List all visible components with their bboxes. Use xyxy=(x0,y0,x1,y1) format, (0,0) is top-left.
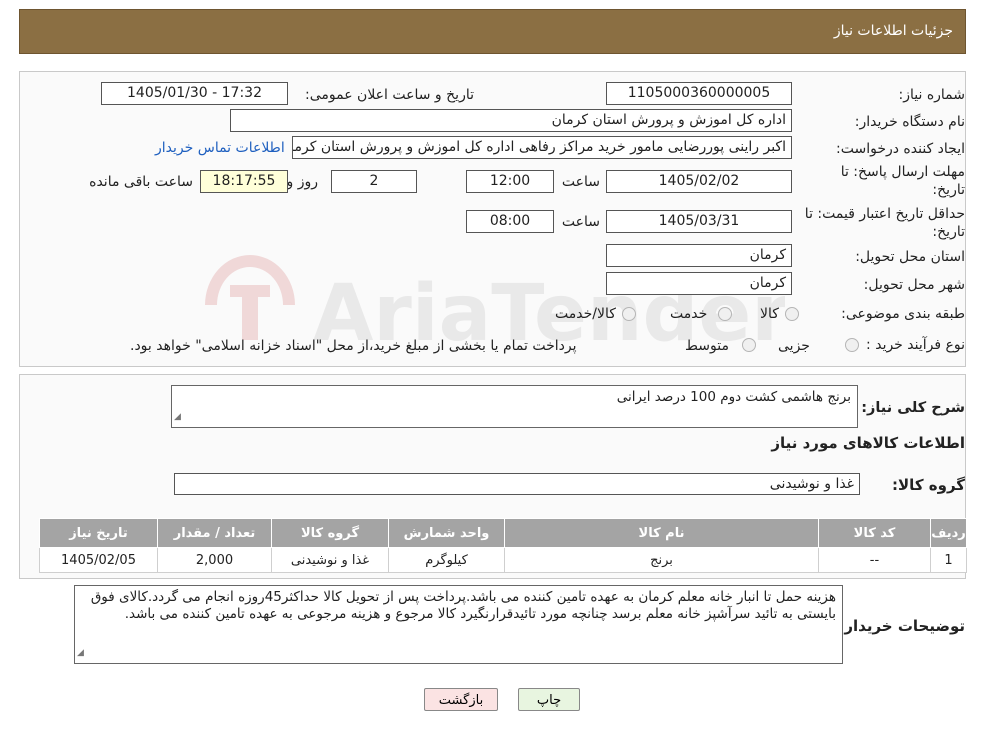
goods-group-field: غذا و نوشیدنی xyxy=(174,473,860,495)
cell-group: غذا و نوشیدنی xyxy=(271,547,389,573)
cell-item-name: برنج xyxy=(504,547,819,573)
col-header-need-date: تاریخ نیاز xyxy=(39,518,158,548)
cell-unit: کیلوگرم xyxy=(388,547,505,573)
col-header-group: گروه کالا xyxy=(271,518,389,548)
goods-table-wrapper: ردیف کد کالا نام کالا واحد شمارش گروه کا… xyxy=(39,518,967,573)
price-validity-label-date: تاریخ: xyxy=(932,224,965,240)
col-header-item-name: نام کالا xyxy=(504,518,819,548)
category-goods-service-radio[interactable] xyxy=(622,307,636,321)
need-number-label: شماره نیاز: xyxy=(898,87,966,103)
buyer-notes-label: توضیحات خریدار: xyxy=(838,617,965,635)
page-header: جزئیات اطلاعات نیاز xyxy=(19,9,966,54)
price-validity-date-field: 1405/03/31 xyxy=(606,210,792,233)
purchase-process-label: نوع فرآیند خرید : xyxy=(866,337,965,353)
category-goods-service-label: کالا/خدمت xyxy=(555,306,616,322)
col-header-unit: واحد شمارش xyxy=(388,518,505,548)
deadline-date-field: 1405/02/02 xyxy=(606,170,792,193)
remaining-days-label: روز و xyxy=(286,174,319,190)
delivery-province-label: استان محل تحویل: xyxy=(855,249,965,265)
announce-datetime-label: تاریخ و ساعت اعلان عمومی: xyxy=(305,87,474,103)
category-goods-radio[interactable] xyxy=(785,307,799,321)
need-number-field: 1105000360000005 xyxy=(606,82,792,105)
cell-need-date: 1405/02/05 xyxy=(39,547,158,573)
price-validity-time-field: 08:00 xyxy=(466,210,554,233)
page-title: جزئیات اطلاعات نیاز xyxy=(833,23,953,39)
category-goods-label: کالا xyxy=(760,306,779,322)
announce-datetime-field: 1405/01/30 - 17:32 xyxy=(101,82,288,105)
cell-row-number: 1 xyxy=(930,547,967,573)
buyer-contact-link[interactable]: اطلاعات تماس خریدار xyxy=(155,140,285,156)
resize-grip-icon: ◢ xyxy=(174,412,181,422)
buyer-org-label: نام دستگاه خریدار: xyxy=(854,114,965,130)
col-header-item-code: کد کالا xyxy=(818,518,931,548)
table-row: 1 -- برنج کیلوگرم غذا و نوشیدنی 2,000 14… xyxy=(39,547,967,573)
category-service-radio[interactable] xyxy=(718,307,732,321)
cell-item-code: -- xyxy=(818,547,931,573)
remaining-time-field: 18:17:55 xyxy=(200,170,288,193)
need-summary-text: برنج هاشمی کشت دوم 100 درصد ایرانی xyxy=(616,389,851,405)
table-header-row: ردیف کد کالا نام کالا واحد شمارش گروه کا… xyxy=(39,518,967,548)
process-minor-label: جزیی xyxy=(778,338,810,354)
process-medium-label: متوسط xyxy=(685,338,729,354)
delivery-city-label: شهر محل تحویل: xyxy=(863,277,965,293)
back-button[interactable]: بازگشت xyxy=(424,688,498,711)
deadline-label: مهلت ارسال پاسخ: تا xyxy=(840,164,965,180)
goods-info-title: اطلاعات کالاهای مورد نیاز xyxy=(771,434,965,452)
need-summary-field: برنج هاشمی کشت دوم 100 درصد ایرانی ◢ xyxy=(171,385,858,428)
process-minor-radio[interactable] xyxy=(845,338,859,352)
cell-quantity: 2,000 xyxy=(157,547,272,573)
need-summary-label: شرح کلی نیاز: xyxy=(861,400,965,416)
deadline-time-label: ساعت xyxy=(561,174,600,190)
goods-table: ردیف کد کالا نام کالا واحد شمارش گروه کا… xyxy=(39,518,967,573)
col-header-quantity: تعداد / مقدار xyxy=(157,518,272,548)
request-creator-field: اکبر راینی پوررضایی مامور خرید مراکز رفا… xyxy=(292,136,792,159)
price-validity-time-label: ساعت xyxy=(561,214,600,230)
deadline-label-date: تاریخ: xyxy=(932,182,965,198)
delivery-city-field: کرمان xyxy=(606,272,792,295)
buyer-notes-text: هزینه حمل تا انبار خانه معلم کرمان به عه… xyxy=(90,589,836,622)
category-service-label: خدمت xyxy=(670,306,708,322)
price-validity-label: حداقل تاریخ اعتبار قیمت: تا xyxy=(804,206,965,222)
print-button[interactable]: چاپ xyxy=(518,688,580,711)
col-header-row-number: ردیف xyxy=(930,518,967,548)
process-medium-radio[interactable] xyxy=(742,338,756,352)
buyer-org-field: اداره کل اموزش و پرورش استان کرمان xyxy=(230,109,792,132)
delivery-province-field: کرمان xyxy=(606,244,792,267)
deadline-time-field: 12:00 xyxy=(466,170,554,193)
request-creator-label: ایجاد کننده درخواست: xyxy=(836,141,965,157)
goods-group-label: گروه کالا: xyxy=(892,476,965,494)
buyer-notes-field: هزینه حمل تا انبار خانه معلم کرمان به عه… xyxy=(74,585,843,664)
remaining-time-label: ساعت باقی مانده xyxy=(89,174,193,190)
remaining-days-field: 2 xyxy=(331,170,417,193)
treasury-payment-note: پرداخت تمام یا بخشی از مبلغ خرید،از محل … xyxy=(130,338,577,354)
resize-grip-icon: ◢ xyxy=(77,648,84,658)
category-label: طبقه بندی موضوعی: xyxy=(841,306,965,322)
